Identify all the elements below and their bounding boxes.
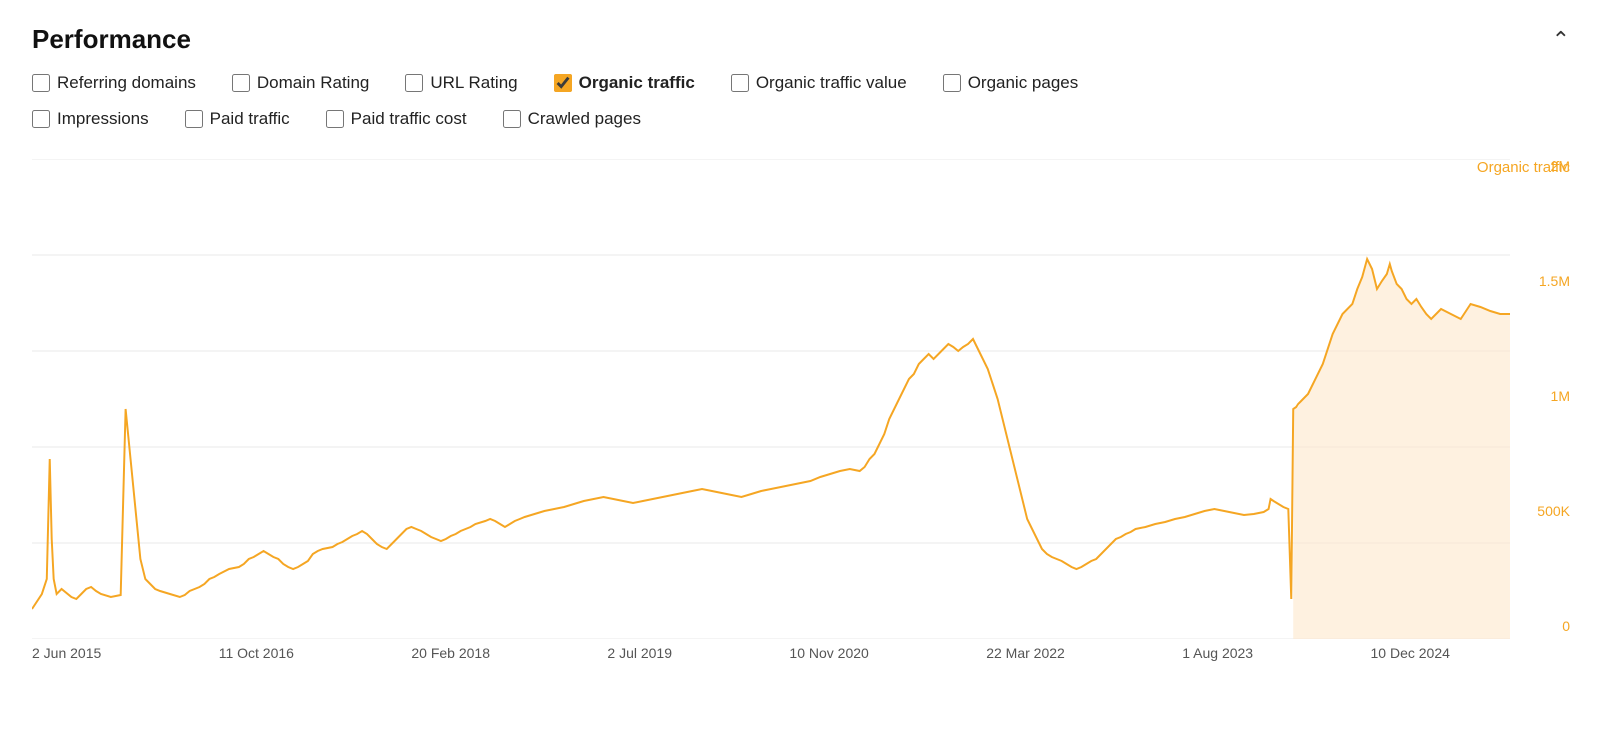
checkbox-label-paid-traffic-cost: Paid traffic cost <box>351 109 467 129</box>
checkbox-item-referring-domains[interactable]: Referring domains <box>32 73 196 93</box>
checkbox-crawled-pages[interactable] <box>503 110 521 128</box>
checkbox-row-2: Impressions Paid traffic Paid traffic cost… <box>32 109 1570 139</box>
checkbox-label-referring-domains: Referring domains <box>57 73 196 93</box>
checkbox-domain-rating[interactable] <box>232 74 250 92</box>
x-label: 10 Dec 2024 <box>1371 645 1450 661</box>
checkbox-organic-pages[interactable] <box>943 74 961 92</box>
checkbox-row-1: Referring domains Domain Rating URL Rating… <box>32 73 1570 103</box>
performance-chart <box>32 159 1510 639</box>
checkbox-item-organic-traffic-value[interactable]: Organic traffic value <box>731 73 907 93</box>
checkbox-impressions[interactable] <box>32 110 50 128</box>
x-label: 2 Jun 2015 <box>32 645 101 661</box>
checkbox-label-paid-traffic: Paid traffic <box>210 109 290 129</box>
checkbox-label-crawled-pages: Crawled pages <box>528 109 641 129</box>
checkbox-label-domain-rating: Domain Rating <box>257 73 369 93</box>
x-axis: 2 Jun 2015 11 Oct 2016 20 Feb 2018 2 Jul 20… <box>32 639 1510 661</box>
checkbox-item-impressions[interactable]: Impressions <box>32 109 149 129</box>
checkbox-label-impressions: Impressions <box>57 109 149 129</box>
checkbox-item-paid-traffic[interactable]: Paid traffic <box>185 109 290 129</box>
checkbox-item-domain-rating[interactable]: Domain Rating <box>232 73 369 93</box>
checkbox-item-organic-pages[interactable]: Organic pages <box>943 73 1079 93</box>
checkbox-label-url-rating: URL Rating <box>430 73 517 93</box>
checkbox-referring-domains[interactable] <box>32 74 50 92</box>
checkbox-paid-traffic[interactable] <box>185 110 203 128</box>
chart-container: Organic traffic 2 Jun 201511 Oct 201620 … <box>32 159 1570 661</box>
checkbox-url-rating[interactable] <box>405 74 423 92</box>
y-label: 1M <box>1551 389 1570 403</box>
x-label: 10 Nov 2020 <box>789 645 868 661</box>
x-label: 1 Aug 2023 <box>1182 645 1253 661</box>
y-axis: 2M1.5M1M500K0 <box>1510 159 1570 661</box>
y-label: 0 <box>1562 619 1570 633</box>
y-label: 500K <box>1537 504 1570 518</box>
chart-svg-area: 2 Jun 2015 11 Oct 2016 20 Feb 2018 2 Jul 20… <box>32 159 1510 661</box>
checkbox-item-url-rating[interactable]: URL Rating <box>405 73 517 93</box>
x-label: 20 Feb 2018 <box>411 645 490 661</box>
y-label: 1.5M <box>1539 274 1570 288</box>
checkbox-paid-traffic-cost[interactable] <box>326 110 344 128</box>
checkbox-item-organic-traffic[interactable]: Organic traffic <box>554 73 695 93</box>
checkbox-label-organic-traffic: Organic traffic <box>579 73 695 93</box>
checkbox-organic-traffic[interactable] <box>554 74 572 92</box>
collapse-icon[interactable]: ⌃ <box>1552 27 1570 53</box>
checkbox-organic-traffic-value[interactable] <box>731 74 749 92</box>
checkbox-item-crawled-pages[interactable]: Crawled pages <box>503 109 641 129</box>
checkbox-item-paid-traffic-cost[interactable]: Paid traffic cost <box>326 109 467 129</box>
page-title: Performance <box>32 24 191 55</box>
checkbox-label-organic-traffic-value: Organic traffic value <box>756 73 907 93</box>
x-label: 22 Mar 2022 <box>986 645 1065 661</box>
x-label: 2 Jul 2019 <box>607 645 672 661</box>
x-label: 11 Oct 2016 <box>219 645 294 661</box>
checkbox-label-organic-pages: Organic pages <box>968 73 1079 93</box>
